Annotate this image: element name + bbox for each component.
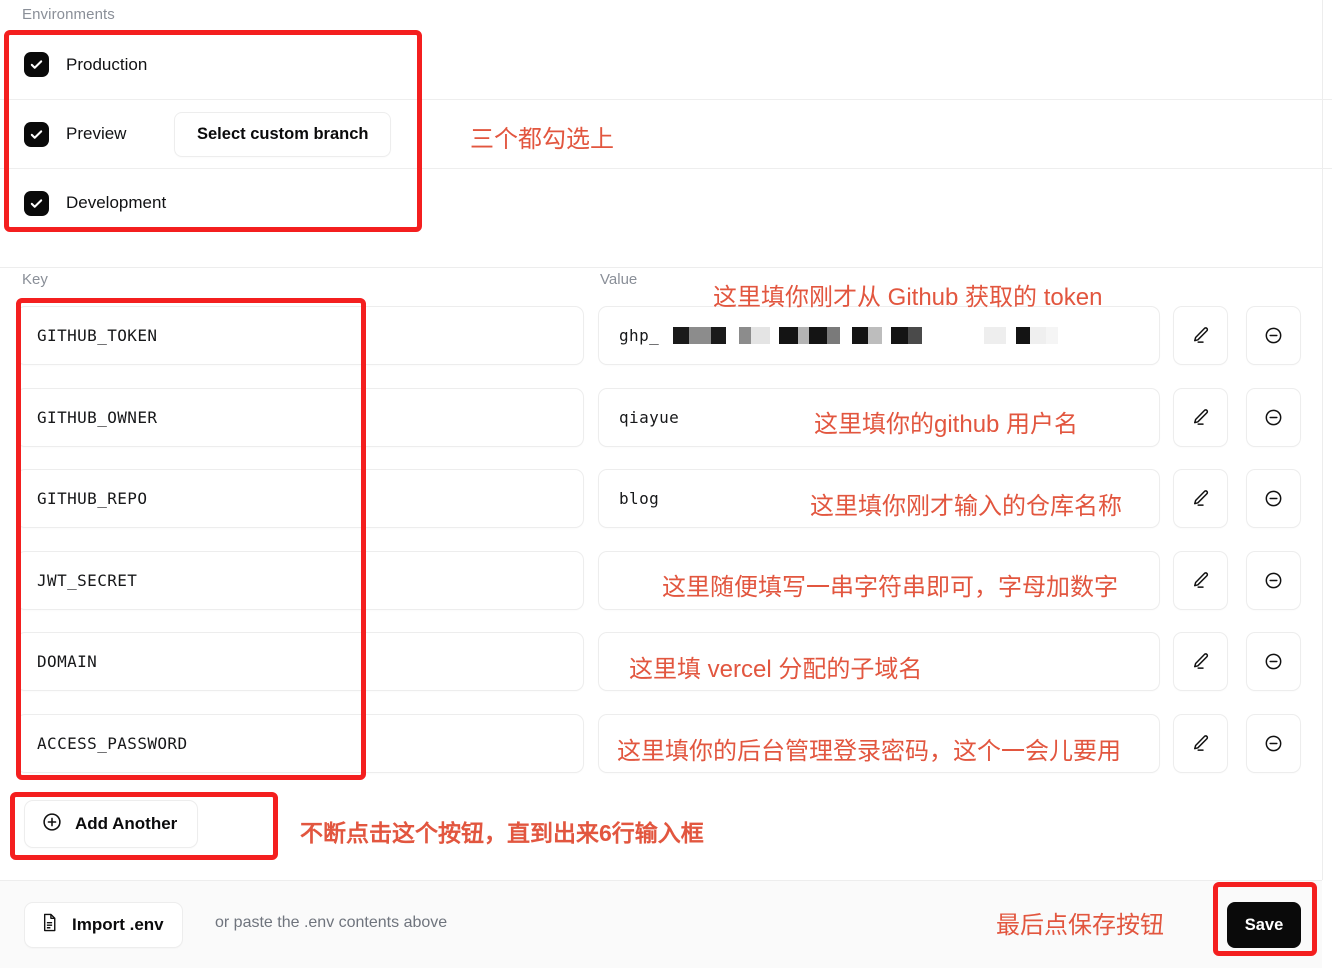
value-text-0: ghp_ <box>619 326 660 345</box>
save-button[interactable]: Save <box>1227 902 1301 948</box>
add-another-label: Add Another <box>75 814 178 833</box>
env-var-rows: GITHUB_TOKEN ghp_ GITHUB_OWNER qiayue GI… <box>0 306 1332 795</box>
key-value-5: ACCESS_PASSWORD <box>37 733 188 753</box>
edit-button-3[interactable] <box>1173 550 1228 610</box>
edit-icon <box>1193 734 1209 751</box>
plus-circle-icon <box>41 811 63 838</box>
section-divider <box>0 267 1322 268</box>
edit-button-5[interactable] <box>1173 713 1228 773</box>
remove-icon <box>1265 735 1282 751</box>
key-input-0[interactable]: GITHUB_TOKEN <box>16 306 584 365</box>
annotation-token: 这里填你刚才从 Github 获取的 token <box>713 284 1103 311</box>
edit-icon <box>1193 408 1209 425</box>
environments-list: Production Preview Select custom branch … <box>0 30 1332 268</box>
remove-button-3[interactable] <box>1246 550 1301 610</box>
key-input-5[interactable]: ACCESS_PASSWORD <box>16 713 584 773</box>
key-value-1: GITHUB_OWNER <box>37 407 158 427</box>
key-input-1[interactable]: GITHUB_OWNER <box>16 387 584 447</box>
key-value-4: DOMAIN <box>37 652 98 671</box>
remove-icon <box>1265 572 1282 588</box>
annotation-add-another: 不断点击这个按钮，直到出来6行输入框 <box>300 820 704 846</box>
value-text-2: blog <box>619 489 660 508</box>
table-row: GITHUB_OWNER qiayue <box>0 387 1332 470</box>
paste-hint-text: or paste the .env contents above <box>215 914 448 931</box>
remove-icon <box>1265 490 1282 507</box>
edit-icon <box>1193 490 1209 506</box>
annotation-password: 这里填你的后台管理登录密码，这个一会儿要用 <box>617 738 1121 765</box>
remove-button-2[interactable] <box>1246 469 1301 528</box>
environment-row-preview[interactable]: Preview Select custom branch <box>0 99 1332 168</box>
key-value-3: JWT_SECRET <box>37 570 138 590</box>
key-input-3[interactable]: JWT_SECRET <box>16 550 584 610</box>
edit-button-1[interactable] <box>1173 387 1228 447</box>
key-input-2[interactable]: GITHUB_REPO <box>16 469 584 528</box>
censored-token-blocks <box>673 327 1059 344</box>
remove-button-5[interactable] <box>1246 713 1301 773</box>
key-value-0: GITHUB_TOKEN <box>37 326 158 345</box>
environment-label-development: Development <box>66 193 167 212</box>
environment-label-preview: Preview <box>66 124 127 143</box>
annotation-environments: 三个都勾选上 <box>470 126 614 153</box>
environment-row-development[interactable]: Development <box>0 168 1332 237</box>
annotation-jwt: 这里随便填写一串字符串即可，字母加数字 <box>662 574 1118 601</box>
edit-icon <box>1193 327 1209 343</box>
key-input-4[interactable]: DOMAIN <box>16 632 584 691</box>
add-another-button[interactable]: Add Another <box>24 800 199 848</box>
edit-button-0[interactable] <box>1173 306 1228 365</box>
edit-icon <box>1193 571 1209 588</box>
remove-icon <box>1265 327 1282 344</box>
annotation-owner: 这里填你的github 用户名 <box>814 411 1079 438</box>
annotation-repo: 这里填你刚才输入的仓库名称 <box>810 493 1122 520</box>
edit-button-4[interactable] <box>1173 632 1228 691</box>
remove-button-1[interactable] <box>1246 387 1301 447</box>
checkbox-preview[interactable] <box>24 121 49 147</box>
remove-button-0[interactable] <box>1246 306 1301 365</box>
value-input-0[interactable]: ghp_ <box>598 306 1160 365</box>
checkbox-production[interactable] <box>24 52 49 77</box>
import-env-label: Import .env <box>72 915 164 934</box>
column-header-value: Value <box>600 271 638 288</box>
column-header-key: Key <box>22 271 48 288</box>
env-vars-page: Environments Production Preview Select c… <box>0 0 1332 968</box>
table-row: GITHUB_REPO blog <box>0 469 1332 551</box>
value-text-1: qiayue <box>619 407 680 427</box>
key-value-2: GITHUB_REPO <box>37 489 148 508</box>
import-env-button[interactable]: Import .env <box>24 902 183 948</box>
remove-button-4[interactable] <box>1246 632 1301 691</box>
edit-icon <box>1193 653 1209 669</box>
environment-row-production[interactable]: Production <box>0 30 1332 99</box>
environments-label: Environments <box>22 6 115 23</box>
file-icon <box>39 912 60 938</box>
annotation-save: 最后点保存按钮 <box>996 912 1164 939</box>
environment-label-production: Production <box>66 54 148 74</box>
table-row: GITHUB_TOKEN ghp_ <box>0 306 1332 388</box>
remove-icon <box>1265 653 1282 670</box>
checkbox-development[interactable] <box>24 190 49 216</box>
annotation-domain: 这里填 vercel 分配的子域名 <box>629 656 923 683</box>
edit-button-2[interactable] <box>1173 469 1228 528</box>
remove-icon <box>1265 409 1282 425</box>
select-custom-branch-button[interactable]: Select custom branch <box>174 111 392 157</box>
